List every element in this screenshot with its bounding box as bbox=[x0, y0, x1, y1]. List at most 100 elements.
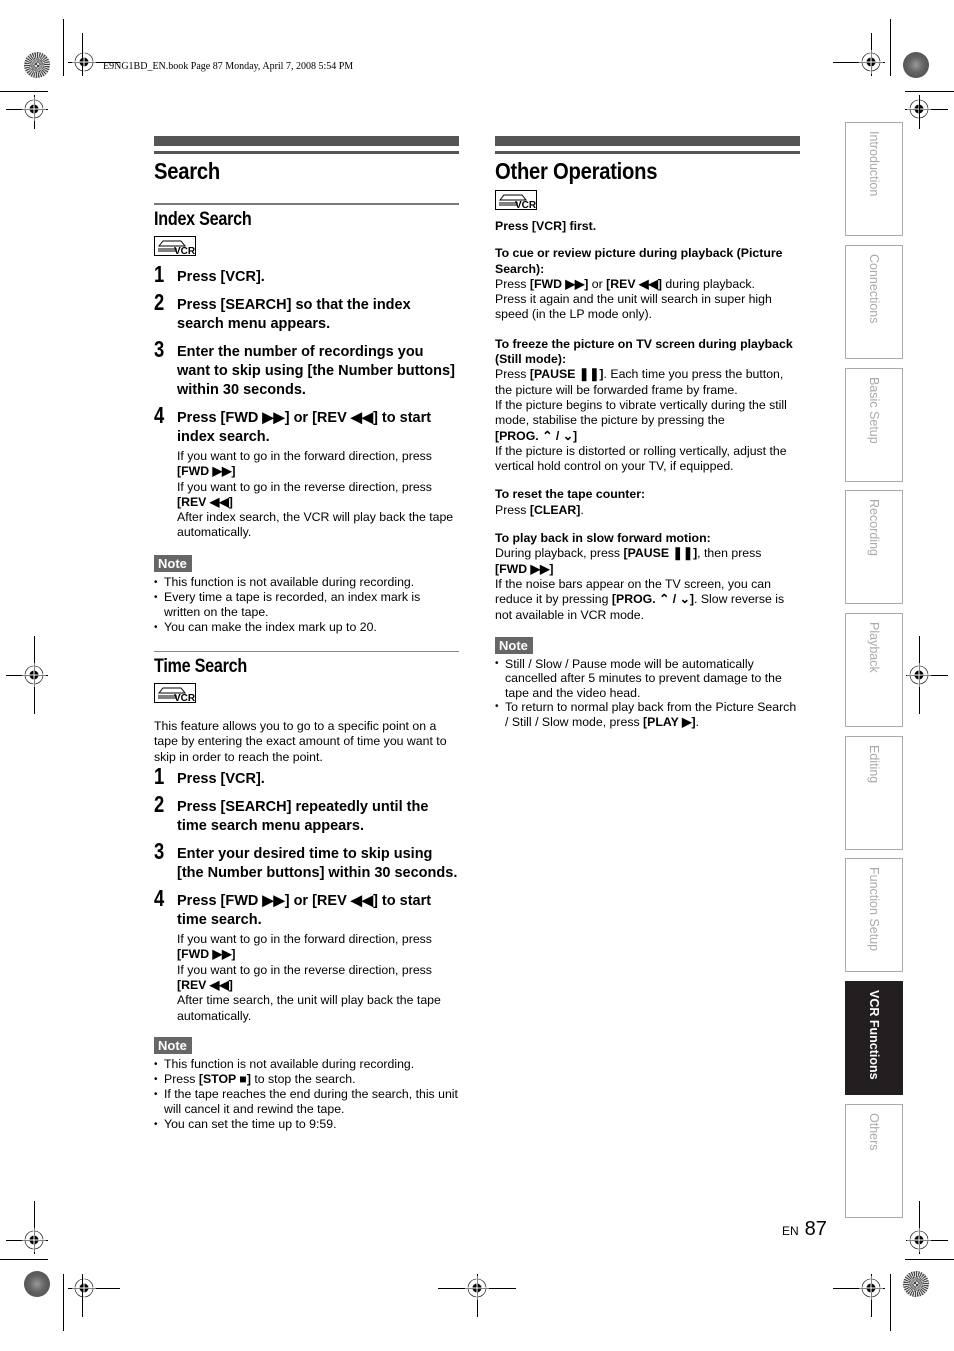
step-3: 3 Enter your desired time to skip using [… bbox=[154, 838, 459, 883]
tab-label: Editing bbox=[867, 745, 881, 784]
note-label: Note bbox=[495, 636, 533, 654]
button-ref: [PROG. ⌃ / ⌄] bbox=[611, 592, 694, 607]
tab-label: Introduction bbox=[867, 131, 881, 197]
text: If the picture is distorted or rolling v… bbox=[495, 443, 787, 474]
button-ref: [FWD ▶▶] bbox=[177, 947, 236, 962]
step-1: 1 Press [VCR]. bbox=[154, 261, 459, 287]
section-heading: To cue or review picture during playback… bbox=[495, 246, 783, 276]
detail-text: If you want to go in the reverse directi… bbox=[177, 962, 432, 977]
divider bbox=[154, 651, 459, 653]
other-operations-column: Other Operations VCR Press [VCR] first. … bbox=[495, 136, 800, 729]
crop-mark bbox=[890, 19, 891, 76]
instruction-first: Press [VCR] first. bbox=[495, 219, 597, 233]
registration-mark-icon bbox=[907, 1228, 931, 1252]
tab-label: Playback bbox=[867, 622, 881, 673]
print-slug: E9NG1BD_EN.book Page 87 Monday, April 7,… bbox=[103, 61, 354, 72]
registration-mark-icon bbox=[465, 1276, 489, 1300]
vcr-icon: VCR bbox=[495, 190, 537, 211]
step-details: If you want to go in the forward directi… bbox=[154, 932, 459, 1024]
step-number: 3 bbox=[154, 336, 165, 362]
color-disc-icon bbox=[24, 1271, 50, 1297]
note-item: This function is not available during re… bbox=[154, 575, 459, 590]
button-ref: [REV ◀◀] bbox=[606, 276, 662, 291]
detail-text: After index search, the VCR will play ba… bbox=[177, 510, 454, 540]
divider bbox=[154, 203, 459, 205]
tab-basic-setup[interactable]: Basic Setup bbox=[845, 368, 903, 482]
note-item: If the tape reaches the end during the s… bbox=[154, 1087, 459, 1117]
button-ref: [REV ◀◀] bbox=[177, 494, 233, 509]
tab-introduction[interactable]: Introduction bbox=[845, 122, 903, 236]
picture-search-section: To cue or review picture during playback… bbox=[495, 246, 800, 322]
step-number: 3 bbox=[154, 838, 165, 865]
text: If the picture begins to vibrate vertica… bbox=[495, 397, 787, 428]
vcr-icon: VCR bbox=[154, 683, 196, 704]
step-4: 4 Press [FWD ▶▶] or [REV ◀◀] to start tim… bbox=[154, 887, 459, 930]
language-code: EN bbox=[782, 1224, 799, 1238]
registration-mark-icon bbox=[22, 97, 46, 121]
tab-connections[interactable]: Connections bbox=[845, 245, 903, 359]
step-text: Press [VCR]. bbox=[177, 269, 265, 285]
section-heading: To play back in slow forward motion: bbox=[495, 531, 711, 546]
button-ref: [STOP ■] bbox=[198, 1071, 251, 1086]
button-ref: [PLAY ▶] bbox=[643, 714, 696, 729]
step-text: Enter your desired time to skip using [t… bbox=[177, 846, 458, 882]
button-ref: [FWD ▶▶] bbox=[495, 561, 554, 576]
tab-vcr-functions[interactable]: VCR Functions bbox=[845, 981, 903, 1095]
tab-recording[interactable]: Recording bbox=[845, 490, 903, 604]
crop-mark bbox=[63, 1274, 64, 1331]
search-column: Search Index Search VCR 1 Press [VCR]. 2P… bbox=[154, 136, 459, 1132]
crop-mark bbox=[905, 91, 954, 92]
section-bar bbox=[495, 136, 800, 146]
time-search-intro: This feature allows you to go to a speci… bbox=[154, 719, 447, 764]
section-heading: To freeze the picture on TV screen durin… bbox=[495, 336, 793, 367]
registration-mark-icon bbox=[907, 663, 931, 687]
detail-text: If you want to go in the forward directi… bbox=[177, 932, 432, 947]
button-ref: [FWD ▶▶] bbox=[529, 276, 589, 291]
crop-mark bbox=[905, 1259, 954, 1260]
step-4: 4 Press [FWD ▶▶] or [REV ◀◀] to start ind… bbox=[154, 402, 459, 447]
button-ref: [CLEAR] bbox=[529, 502, 581, 517]
crop-mark bbox=[0, 1259, 48, 1260]
section-bar bbox=[154, 136, 459, 146]
note-item: This function is not available during re… bbox=[154, 1057, 459, 1072]
step-3: 3 Enter the number of recordings you want… bbox=[154, 336, 459, 400]
tab-others[interactable]: Others bbox=[845, 1104, 903, 1218]
page-title: Search bbox=[154, 158, 220, 184]
tab-label: Recording bbox=[867, 499, 881, 556]
section-rule bbox=[495, 151, 800, 154]
section-title: Other Operations bbox=[495, 158, 658, 184]
step-number: 1 bbox=[154, 261, 165, 287]
tab-editing[interactable]: Editing bbox=[845, 736, 903, 850]
color-disc-icon bbox=[903, 52, 929, 78]
step-2: 2 Press [SEARCH] repeatedly until the tim… bbox=[154, 793, 459, 836]
section-rule bbox=[154, 151, 459, 154]
step-text: Press [SEARCH] repeatedly until the time… bbox=[177, 799, 429, 835]
text: or bbox=[588, 276, 607, 291]
note-item: You can set the time up to 9:59. bbox=[154, 1117, 459, 1132]
button-ref: [FWD ▶▶] bbox=[177, 464, 236, 479]
registration-mark-icon bbox=[859, 50, 883, 74]
text: . bbox=[580, 502, 584, 517]
registration-mark-icon bbox=[72, 50, 96, 74]
note-list: This function is not available during re… bbox=[154, 575, 459, 635]
svg-text:VCR: VCR bbox=[174, 693, 196, 704]
detail-text: If you want to go in the reverse directi… bbox=[177, 479, 432, 494]
note-item: Every time a tape is recorded, an index … bbox=[154, 590, 459, 620]
color-disc-icon bbox=[24, 52, 50, 78]
button-ref: [PAUSE ❚❚] bbox=[623, 546, 698, 561]
step-text: Press [SEARCH] so that the index search … bbox=[177, 297, 411, 332]
step-2: 2 Press [SEARCH] so that the index search… bbox=[154, 291, 459, 334]
color-disc-icon bbox=[903, 1271, 929, 1297]
crop-mark bbox=[63, 19, 64, 76]
tab-function-setup[interactable]: Function Setup bbox=[845, 858, 903, 972]
reset-counter-section: To reset the tape counter: Press [CLEAR]… bbox=[495, 487, 800, 518]
note-text: Press bbox=[164, 1071, 199, 1086]
tab-label: Others bbox=[867, 1113, 881, 1151]
note-item: To return to normal play back from the P… bbox=[495, 700, 800, 729]
svg-text:VCR: VCR bbox=[515, 200, 537, 211]
tab-playback[interactable]: Playback bbox=[845, 613, 903, 727]
step-text: Press [VCR]. bbox=[177, 771, 265, 788]
step-number: 4 bbox=[154, 402, 165, 428]
button-ref: [REV ◀◀] bbox=[177, 977, 233, 992]
registration-mark-icon bbox=[859, 1276, 883, 1300]
